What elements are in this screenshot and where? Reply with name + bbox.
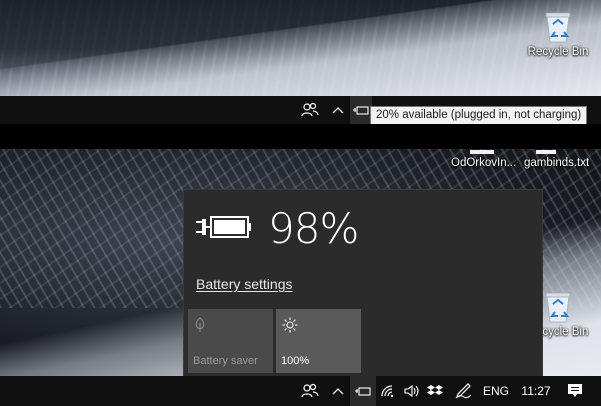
desktop-wallpaper-top [0, 0, 601, 96]
brightness-tile[interactable]: 100% [276, 309, 361, 373]
chevron-up-icon [332, 388, 344, 395]
taskbar: ENG 11:27 [0, 376, 601, 406]
people-icon [301, 102, 319, 117]
clock[interactable]: 11:27 [518, 376, 554, 406]
dropbox-icon [427, 385, 443, 395]
recycle-bin-label: Recycle Bin [527, 46, 589, 58]
battery-tray-button-top[interactable] [350, 96, 372, 124]
desktop-file-label[interactable]: gambinds.txt [524, 157, 589, 169]
people-button[interactable] [298, 376, 322, 406]
action-center-icon [568, 384, 582, 397]
people-icon [301, 383, 319, 398]
recycle-bin-icon [542, 10, 574, 44]
volume-icon [404, 384, 419, 398]
network-button[interactable] [378, 376, 398, 406]
chevron-up-icon [332, 107, 344, 114]
volume-button[interactable] [402, 376, 422, 406]
show-hidden-icons-button[interactable] [328, 96, 348, 124]
leaf-icon [194, 317, 206, 338]
language-indicator[interactable]: ENG [482, 376, 510, 406]
battery-tray-button[interactable] [350, 376, 376, 406]
battery-plugged-icon [355, 387, 371, 396]
battery-saver-tile[interactable]: Battery saver [188, 309, 273, 373]
desktop-file-label[interactable]: OdOrkovIn... [451, 157, 516, 169]
wifi-icon [381, 385, 394, 398]
pen-icon [455, 383, 472, 399]
file-icon-stub-1 [470, 150, 494, 154]
file-icon-stub-2 [536, 150, 556, 154]
battery-tooltip: 20% available (plugged in, not charging) [370, 106, 588, 125]
pen-workspace-button[interactable] [452, 376, 476, 406]
brightness-icon [282, 317, 298, 338]
battery-percent: 98% [268, 204, 359, 253]
dropbox-button[interactable] [425, 376, 445, 406]
recycle-bin-icon [542, 290, 574, 324]
battery-charging-icon [196, 212, 252, 247]
screenshot-separator [0, 124, 601, 149]
battery-saver-label: Battery saver [193, 355, 258, 367]
battery-plugged-icon [353, 106, 369, 115]
battery-flyout: 98% Battery settings Battery saver 100% [183, 189, 543, 376]
recycle-bin-shortcut[interactable]: Recycle Bin [523, 10, 593, 58]
brightness-label: 100% [281, 355, 310, 367]
show-hidden-icons-button[interactable] [328, 376, 348, 406]
action-center-button[interactable] [561, 376, 589, 406]
battery-settings-link[interactable]: Battery settings [196, 276, 293, 292]
people-button[interactable] [298, 96, 322, 124]
